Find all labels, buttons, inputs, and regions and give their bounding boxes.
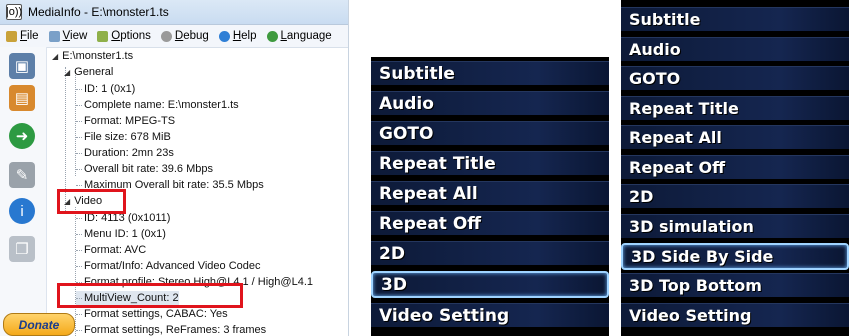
menu-view-label: View [62,30,88,42]
tree-root[interactable]: ◢ E:\monster1.ts [52,49,133,64]
list-item: Overall bit rate: 39.6 Mbps [76,162,213,176]
tv-menu-left: Subtitle Audio GOTO Repeat Title Repeat … [371,57,609,336]
menu-language[interactable]: Language [266,30,332,42]
tv-right-item-video-setting[interactable]: Video Setting [621,303,849,327]
list-item: Format settings, ReFrames: 3 frames [76,323,266,336]
tv-left-item-goto[interactable]: GOTO [371,121,609,145]
list-item: Format: AVC [76,243,146,257]
tv-left-item-repeat-all[interactable]: Repeat All [371,181,609,205]
tree-general[interactable]: ◢ General [64,65,113,80]
view-icon [48,30,60,42]
collapse-triangle-icon: ◢ [64,68,71,77]
copy-icon[interactable]: ❐ [9,236,35,262]
multiview-highlight-box [57,283,243,308]
menu-help-label: Help [232,30,257,42]
donate-button[interactable]: Donate [3,313,75,336]
tv-left-item-subtitle[interactable]: Subtitle [371,61,609,85]
tv-menu-right: Subtitle Audio GOTO Repeat Title Repeat … [621,0,849,336]
mediainfo-app-icon: |o)) [5,4,23,20]
about-icon[interactable]: i [9,198,35,224]
tv-left-item-repeat-title[interactable]: Repeat Title [371,151,609,175]
menu-help[interactable]: Help [218,30,257,42]
mediainfo-window: |o)) MediaInfo - E:\monster1.ts File Vie… [0,0,349,336]
list-item: Format/Info: Advanced Video Codec [76,259,261,273]
tv-right-item-3d-top-bottom[interactable]: 3D Top Bottom [621,273,849,297]
language-icon [266,30,278,42]
tv-right-item-3d-simulation[interactable]: 3D simulation [621,214,849,238]
tv-right-item-goto[interactable]: GOTO [621,66,849,90]
tree-general-label: General [74,66,114,78]
menu-options[interactable]: Options [97,30,151,42]
tv-right-item-repeat-all[interactable]: Repeat All [621,125,849,149]
collapse-triangle-icon: ◢ [52,52,59,61]
menu-debug-label: Debug [174,30,209,42]
file-icon [6,30,17,42]
preferences-icon[interactable]: ✎ [9,162,35,188]
list-item: Menu ID: 1 (0x1) [76,227,166,241]
list-item: ID: 1 (0x1) [76,82,135,96]
list-item: Complete name: E:\monster1.ts [76,98,239,112]
tv-left-item-repeat-off[interactable]: Repeat Off [371,211,609,235]
options-icon [97,30,109,42]
menu-debug[interactable]: Debug [160,30,209,42]
menu-language-label: Language [280,30,332,42]
debug-icon [160,30,172,42]
tv-right-item-audio[interactable]: Audio [621,37,849,61]
tv-right-item-3d-side-by-side[interactable]: 3D Side By Side [621,243,849,270]
tv-left-item-audio[interactable]: Audio [371,91,609,115]
list-item: Format: MPEG-TS [76,114,175,128]
video-highlight-box [57,189,126,214]
list-item: File size: 678 MiB [76,130,171,144]
window-title: MediaInfo - E:\monster1.ts [28,5,169,19]
export-icon[interactable]: ➜ [9,123,35,149]
menu-file[interactable]: File [6,30,39,42]
list-item: Format settings, CABAC: Yes [76,307,228,321]
tv-right-item-subtitle[interactable]: Subtitle [621,7,849,31]
tv-left-item-3d[interactable]: 3D [371,271,609,298]
title-bar: |o)) MediaInfo - E:\monster1.ts [0,0,348,25]
list-item: Duration: 2mn 23s [76,146,174,160]
menu-bar: File View Options Debug Help Language [0,25,348,48]
open-file-icon[interactable]: ▣ [9,53,35,79]
menu-options-label: Options [111,30,151,42]
tv-left-item-video-setting[interactable]: Video Setting [371,303,609,327]
tv-left-item-2d[interactable]: 2D [371,241,609,265]
side-toolbar: ▣ ▤ ➜ ✎ i ❐ [0,47,47,336]
menu-view[interactable]: View [48,30,88,42]
open-folder-icon[interactable]: ▤ [9,85,35,111]
tv-right-item-repeat-off[interactable]: Repeat Off [621,155,849,179]
help-icon [218,30,230,42]
tree-root-label: E:\monster1.ts [62,50,134,62]
tv-right-item-2d[interactable]: 2D [621,184,849,208]
tv-right-item-repeat-title[interactable]: Repeat Title [621,96,849,120]
menu-file-label: File [20,30,39,42]
